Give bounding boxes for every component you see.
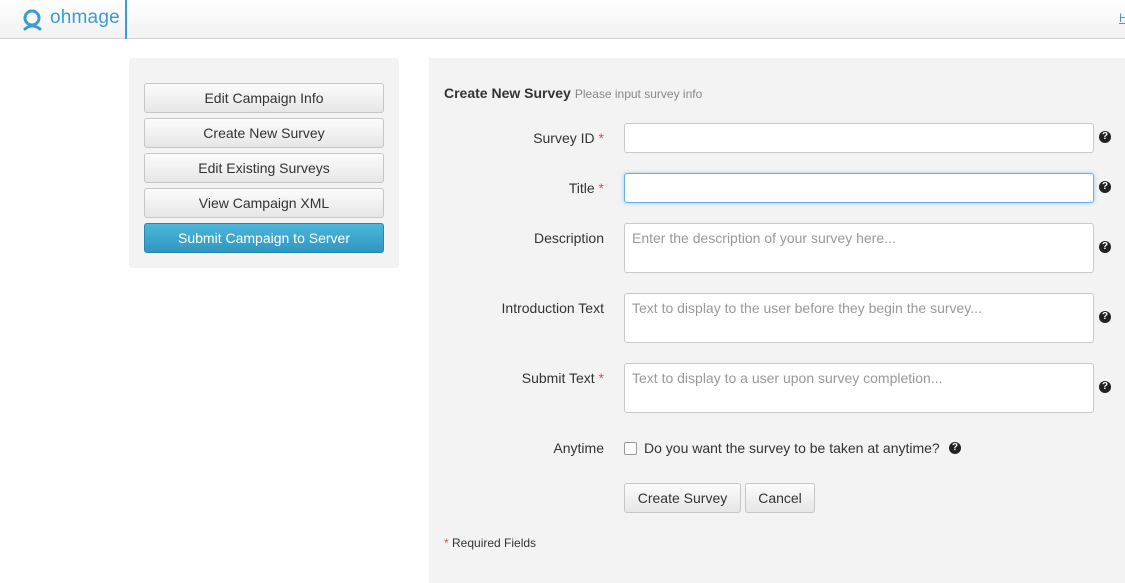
anytime-checkbox-label[interactable]: Do you want the survey to be taken at an… bbox=[644, 440, 940, 456]
edit-campaign-info-button[interactable]: Edit Campaign Info bbox=[144, 83, 384, 113]
help-question-icon[interactable]: ? bbox=[1099, 311, 1111, 323]
view-campaign-xml-button[interactable]: View Campaign XML bbox=[144, 188, 384, 218]
help-question-icon[interactable]: ? bbox=[1099, 241, 1111, 253]
help-question-icon[interactable]: ? bbox=[1099, 181, 1111, 193]
cancel-button[interactable]: Cancel bbox=[745, 483, 815, 513]
description-label: Description bbox=[534, 230, 604, 246]
form-title: Create New Survey bbox=[444, 85, 571, 101]
title-input[interactable] bbox=[624, 173, 1094, 203]
title-label: Title * bbox=[569, 180, 604, 196]
create-new-survey-button[interactable]: Create New Survey bbox=[144, 118, 384, 148]
intro-text-label-text: Introduction Text bbox=[501, 300, 604, 316]
form-subtitle: Please input survey info bbox=[574, 87, 703, 101]
description-label-text: Description bbox=[533, 230, 604, 246]
brand-name: ohmage bbox=[50, 7, 120, 28]
required-fields-note: * Required Fields bbox=[444, 536, 536, 550]
ohmage-logo-icon bbox=[23, 9, 42, 31]
anytime-checkbox-text: Do you want the survey to be taken at an… bbox=[644, 440, 940, 456]
anytime-label: Anytime bbox=[553, 440, 604, 456]
submit-text-label-text: Submit Text bbox=[521, 370, 595, 386]
required-marker: * bbox=[598, 180, 604, 196]
description-textarea[interactable] bbox=[624, 223, 1094, 273]
create-survey-button[interactable]: Create Survey bbox=[624, 483, 741, 513]
submit-text-textarea[interactable] bbox=[624, 363, 1094, 413]
required-marker: * bbox=[598, 370, 604, 386]
help-question-icon[interactable]: ? bbox=[1099, 381, 1111, 393]
required-fields-text: Required Fields bbox=[452, 536, 537, 550]
help-question-icon[interactable]: ? bbox=[949, 442, 961, 454]
sidebar: Edit Campaign Info Create New Survey Edi… bbox=[129, 58, 399, 268]
header-link[interactable]: H bbox=[1119, 11, 1125, 25]
submit-text-label: Submit Text * bbox=[522, 370, 604, 386]
intro-text-textarea[interactable] bbox=[624, 293, 1094, 343]
anytime-label-text: Anytime bbox=[553, 440, 604, 456]
required-marker: * bbox=[598, 130, 604, 146]
survey-id-label-text: Survey ID bbox=[533, 130, 595, 146]
anytime-checkbox[interactable] bbox=[624, 442, 637, 455]
survey-id-label: Survey ID * bbox=[533, 130, 604, 146]
survey-id-input[interactable] bbox=[624, 123, 1094, 153]
submit-campaign-button[interactable]: Submit Campaign to Server bbox=[144, 223, 384, 253]
brand[interactable]: ohmage bbox=[0, 0, 127, 39]
top-navbar: ohmage H bbox=[0, 0, 1125, 39]
intro-text-label: Introduction Text bbox=[502, 300, 604, 316]
title-label-text: Title bbox=[568, 180, 595, 196]
help-question-icon[interactable]: ? bbox=[1099, 131, 1111, 143]
form-title-row: Create New Survey Please input survey inf… bbox=[444, 85, 702, 101]
edit-existing-surveys-button[interactable]: Edit Existing Surveys bbox=[144, 153, 384, 183]
required-marker: * bbox=[444, 536, 449, 550]
